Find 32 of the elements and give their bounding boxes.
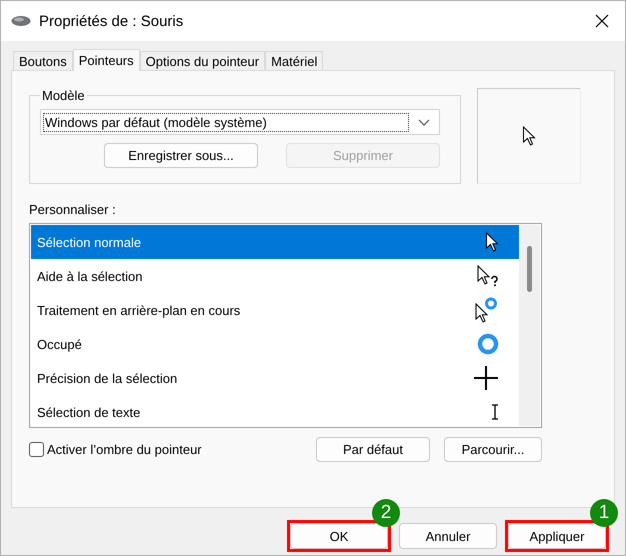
tab[interactable]: Matériel (265, 51, 324, 70)
window-title: Propriétés de : Souris (39, 12, 184, 30)
dialog-button[interactable]: OK (290, 523, 388, 549)
crosshair-icon (473, 365, 499, 391)
checkbox-label: Activer l’ombre du pointeur (47, 442, 203, 457)
customize-label: Personnaliser : (29, 202, 117, 217)
busy-ring-icon (477, 333, 499, 355)
text-beam-icon (491, 404, 499, 420)
scheme-dropdown[interactable]: Windows par défaut (modèle système) (40, 109, 440, 135)
dialog-button[interactable]: Annuler (399, 523, 497, 549)
list-item[interactable]: Traitement en arrière-plan en cours (31, 293, 519, 327)
scheme-button[interactable]: Enregistrer sous... (104, 143, 258, 168)
list-item[interactable]: Sélection de texte (31, 395, 519, 429)
mouse-icon (11, 15, 31, 27)
browse-button[interactable]: Parcourir... (444, 437, 542, 462)
default-button[interactable]: Par défaut (316, 437, 430, 462)
dialog-button[interactable]: Appliquer (508, 523, 606, 549)
tab[interactable]: Options du pointeur (140, 51, 266, 70)
group-label: Modèle (41, 88, 86, 103)
list-item[interactable]: Précision de la sélection (31, 361, 519, 395)
tab[interactable]: Pointeurs (72, 49, 140, 71)
arrow-cursor-icon (522, 126, 536, 146)
arrow-cursor-icon (485, 232, 499, 252)
list-item[interactable]: Aide à la sélection (31, 259, 519, 293)
checkbox[interactable] (29, 442, 44, 457)
list-item[interactable]: Sélection normale (31, 225, 519, 259)
close-icon (595, 14, 609, 28)
list-item[interactable]: Occupé (31, 327, 519, 361)
working-cursor-icon (475, 297, 499, 323)
help-cursor-icon (477, 265, 499, 287)
scrollbar[interactable] (519, 225, 540, 426)
tab[interactable]: Boutons (13, 51, 73, 70)
